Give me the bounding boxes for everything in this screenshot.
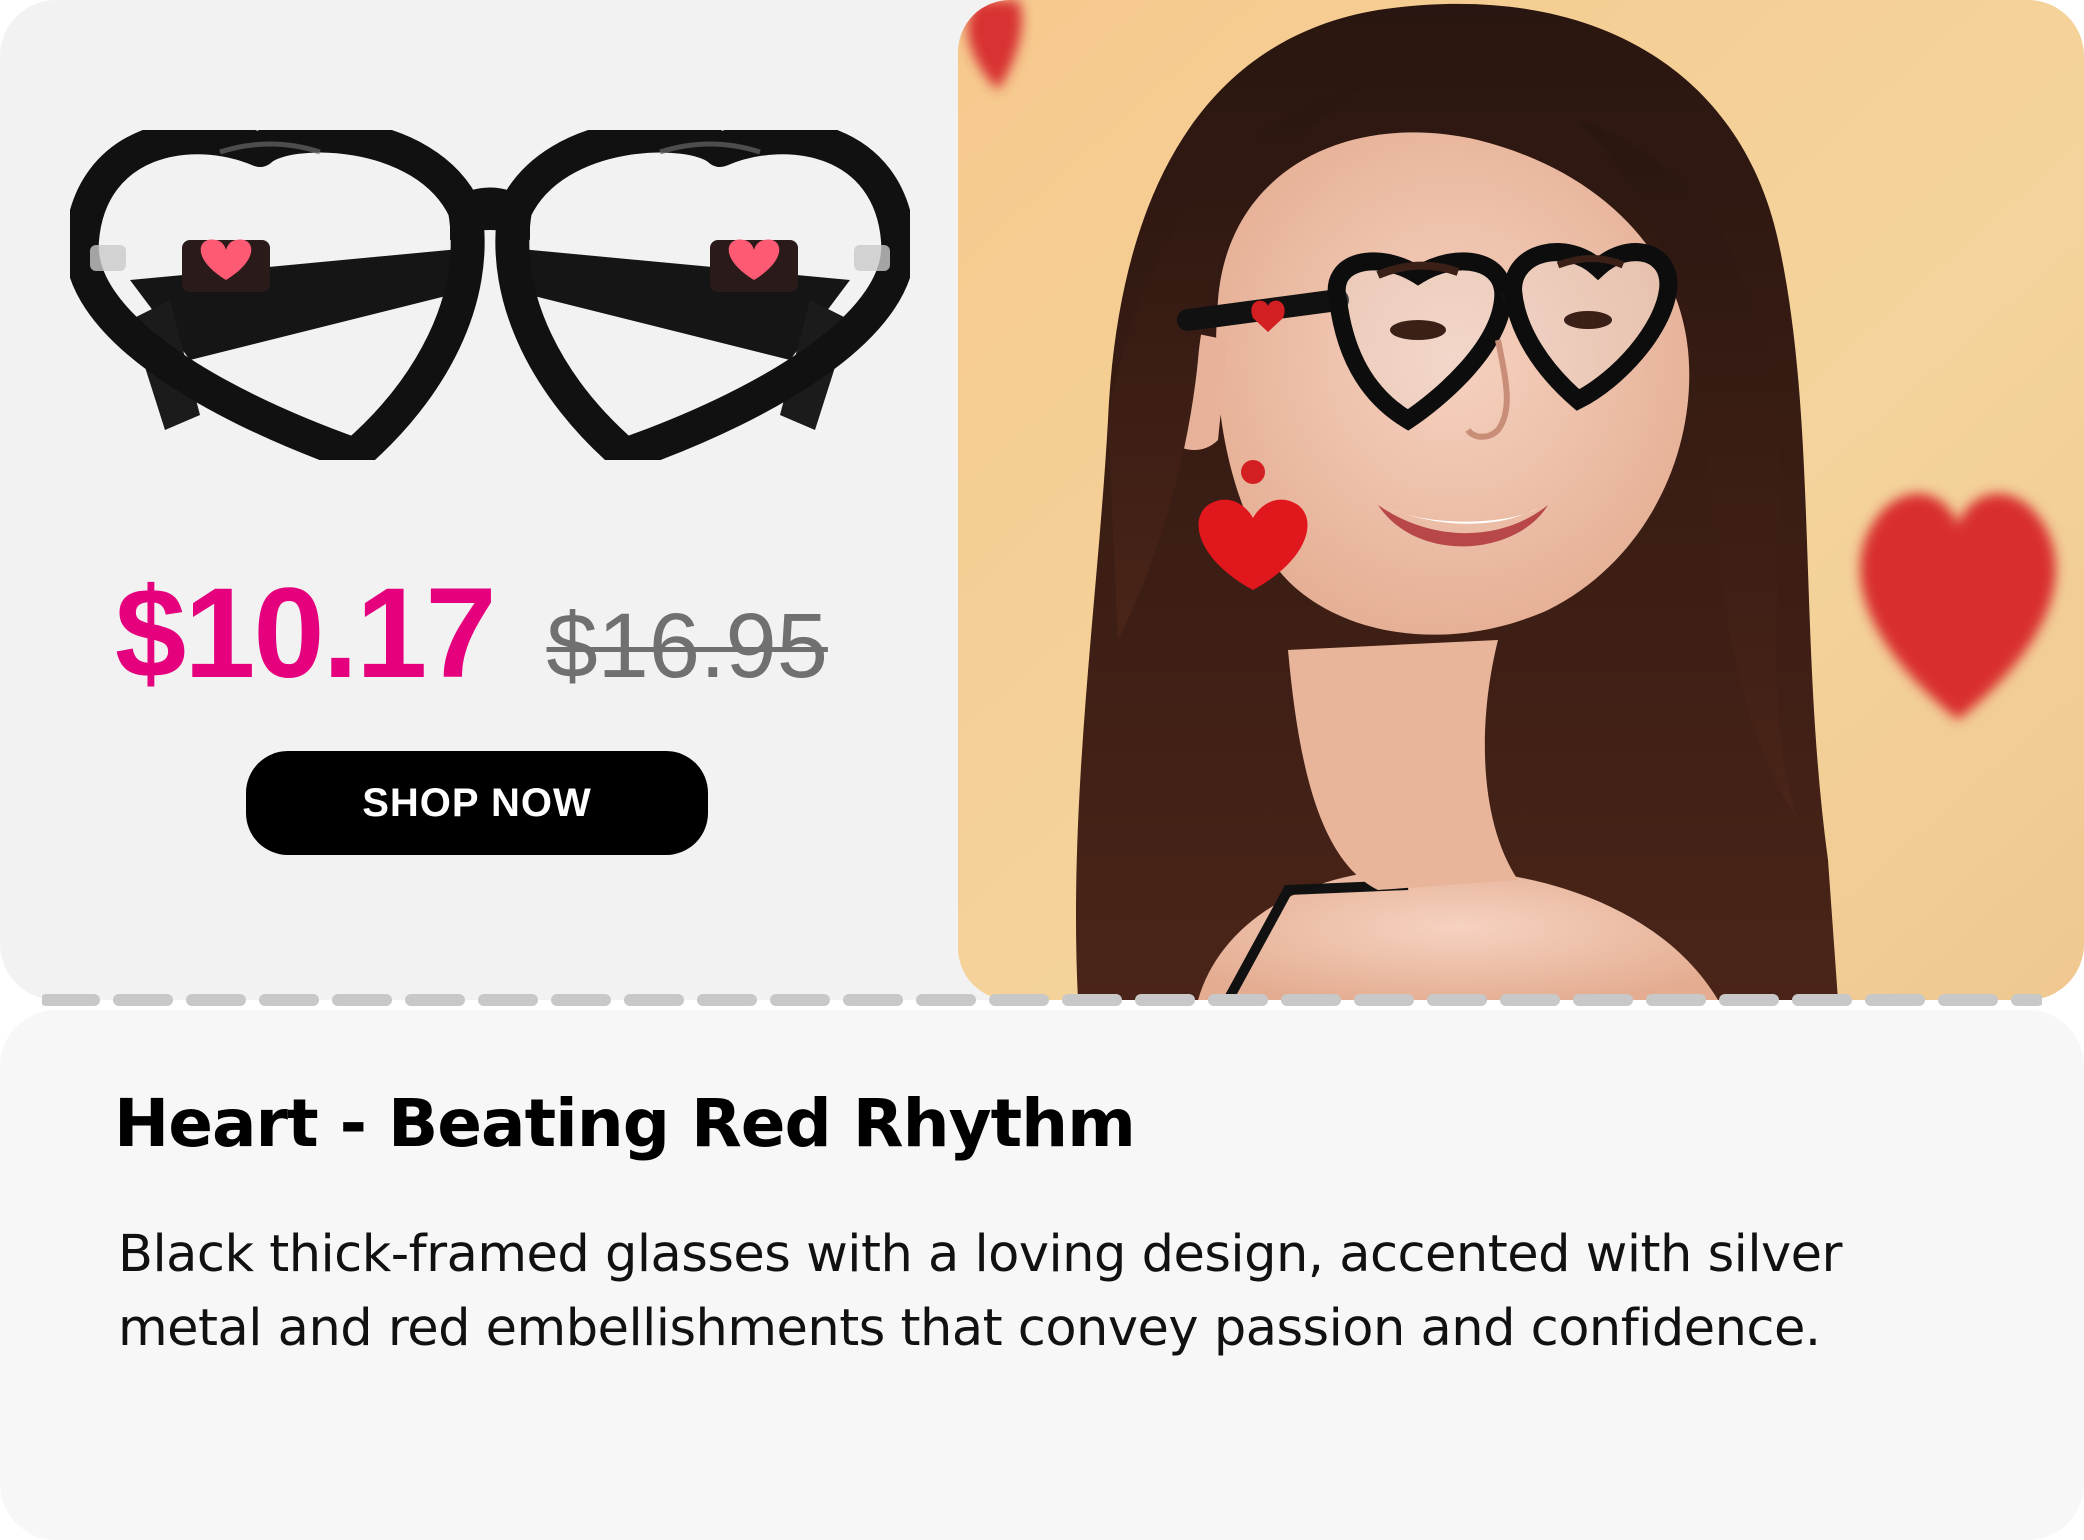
promo-page: $10.17 $16.95 SHOP NOW Heart - Beating R… <box>0 0 2084 1540</box>
sale-price: $10.17 <box>115 562 496 705</box>
product-description: Black thick-framed glasses with a loving… <box>118 1225 1843 1358</box>
price-row: $10.17 $16.95 <box>115 560 828 705</box>
product-hero-card: $10.17 $16.95 SHOP NOW <box>0 0 2084 1000</box>
model-wearing-glasses-photo[interactable] <box>958 0 2084 1000</box>
original-price: $16.95 <box>546 595 828 697</box>
product-title: Heart - Beating Red Rhythm <box>114 1085 1136 1162</box>
dashed-divider <box>42 994 2042 1006</box>
shop-now-button[interactable]: SHOP NOW <box>246 751 708 855</box>
heart-glasses-product-image[interactable] <box>70 130 910 460</box>
